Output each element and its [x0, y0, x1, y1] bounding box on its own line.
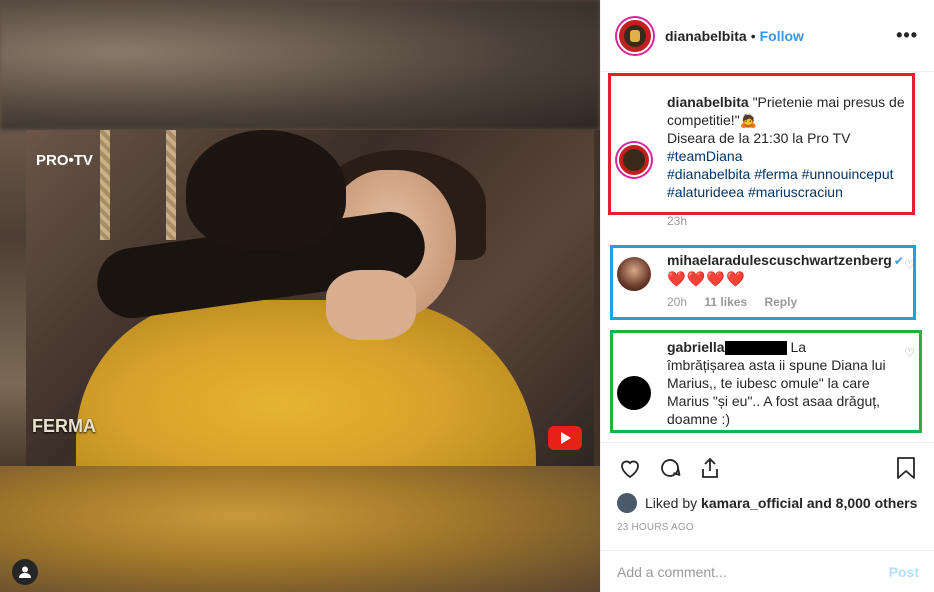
hashtag-link[interactable]: #alaturideea	[667, 184, 744, 200]
post-media[interactable]: PRO•TV FERMA	[0, 0, 600, 592]
avatar[interactable]	[617, 17, 653, 54]
hashtag-link[interactable]: #mariuscraciun	[748, 184, 843, 200]
hashtag-link[interactable]: #unnouinceput	[802, 166, 894, 182]
comments-list: dianabelbita "Prietenie mai presus de co…	[601, 72, 934, 442]
caption-username[interactable]: dianabelbita	[667, 94, 749, 110]
heart-icon[interactable]	[617, 455, 643, 481]
hashtag-link[interactable]: #teamDiana	[667, 148, 743, 164]
liked-by: Liked by kamara_official and 8,000 other…	[617, 493, 919, 513]
verified-icon: ✔	[893, 254, 904, 268]
liked-by-user[interactable]: kamara_official	[701, 495, 803, 511]
hashtag-link[interactable]: #ferma	[754, 166, 798, 182]
share-icon[interactable]	[697, 455, 723, 481]
add-comment-bar: Post	[601, 550, 934, 592]
header-username[interactable]: dianabelbita	[665, 28, 747, 44]
post-sidebar: dianabelbita • Follow ••• dianabelbita "…	[600, 0, 934, 592]
comment-input[interactable]	[617, 563, 889, 580]
caption-line2: Diseara de la 21:30 la Pro TV	[667, 130, 851, 146]
man-hair	[186, 130, 346, 250]
comment-username[interactable]: mihaelaradulescuschwartzenberg	[667, 252, 892, 268]
comment-text: ❤️❤️❤️❤️	[667, 271, 746, 288]
ferma-logo: FERMA	[32, 416, 96, 436]
avatar[interactable]	[617, 376, 651, 410]
emoji: 🙇	[739, 112, 758, 128]
comment: gabriella La îmbrățișarea asta ii spune …	[617, 338, 887, 428]
post-actions: Liked by kamara_official and 8,000 other…	[601, 442, 934, 533]
comment-likes[interactable]: 11 likes	[704, 295, 747, 309]
comment: mihaelaradulescuschwartzenberg ✔ ❤️❤️❤️❤️…	[617, 251, 904, 311]
redaction-block	[724, 341, 787, 356]
caption: dianabelbita "Prietenie mai presus de co…	[617, 93, 907, 201]
more-options-icon[interactable]: •••	[896, 25, 918, 46]
rope	[166, 130, 176, 240]
liked-by-prefix: Liked by	[645, 495, 698, 511]
bookmark-icon[interactable]	[893, 455, 919, 481]
comment-icon[interactable]	[657, 455, 683, 481]
hand	[326, 270, 416, 340]
like-comment-icon[interactable]: ♡	[904, 258, 915, 272]
blurred-background-top	[0, 0, 600, 130]
hashtag-link[interactable]: #dianabelbita	[667, 166, 750, 182]
avatar[interactable]	[617, 143, 651, 177]
post-timestamp[interactable]: 23 HOURS AGO	[617, 522, 919, 533]
video-frame[interactable]: PRO•TV FERMA	[26, 130, 594, 466]
liked-by-others[interactable]: and 8,000 others	[807, 495, 918, 511]
comment-time[interactable]: 20h	[667, 295, 687, 309]
comment-username[interactable]: gabriella	[667, 339, 725, 355]
protv-logo: PRO•TV	[36, 152, 93, 169]
caption-time[interactable]: 23h	[667, 214, 687, 228]
avatar[interactable]	[617, 493, 637, 513]
like-comment-icon[interactable]: ♡	[904, 346, 915, 360]
yellow-shirt	[76, 300, 536, 466]
post-header: dianabelbita • Follow •••	[601, 0, 934, 72]
blurred-background-bottom	[0, 466, 600, 592]
reply-button[interactable]: Reply	[764, 295, 797, 309]
user-tag-icon[interactable]	[12, 559, 38, 585]
avatar[interactable]	[617, 257, 651, 291]
rope	[100, 130, 110, 240]
separator: •	[750, 27, 756, 44]
follow-button[interactable]: Follow	[760, 28, 804, 44]
post-button[interactable]: Post	[889, 564, 919, 580]
youtube-play-icon[interactable]	[548, 426, 582, 450]
